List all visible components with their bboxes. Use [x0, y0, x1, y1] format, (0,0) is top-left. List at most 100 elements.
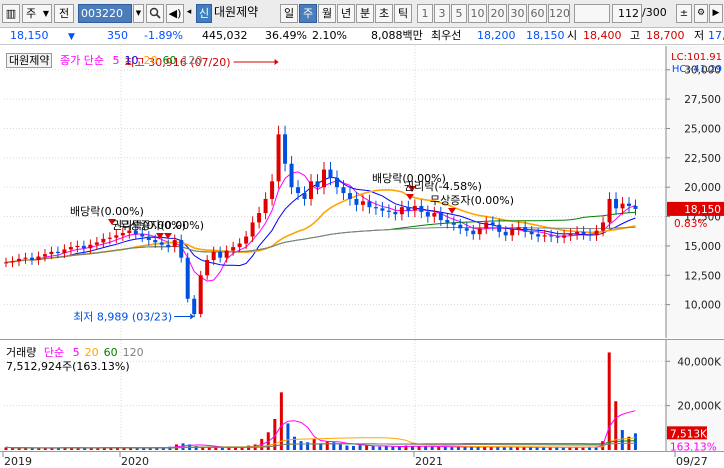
- y-tick-label: 22,500: [684, 153, 721, 165]
- period-tab[interactable]: 일: [280, 4, 298, 23]
- candle-body: [425, 211, 430, 217]
- candle-body: [101, 238, 106, 243]
- candle-body: [289, 163, 294, 188]
- candle-body: [334, 177, 339, 188]
- dropdown-spacer[interactable]: [574, 4, 610, 23]
- settings-icon[interactable]: ⚙: [694, 4, 708, 23]
- period-tab[interactable]: 년: [337, 4, 355, 23]
- candle-body: [270, 181, 275, 199]
- candle-body: [237, 243, 242, 248]
- low-price: 17,...: [708, 29, 724, 42]
- price-change: 350: [107, 29, 128, 42]
- volume-ma-line-5: [5, 410, 636, 449]
- volume-bar: [397, 446, 401, 450]
- interval-button[interactable]: 1: [417, 4, 433, 23]
- price-chart-pane[interactable]: 30,000 27,500 25,000 22,500 20,000 17,500 15,0…: [0, 46, 724, 338]
- candle-body: [172, 240, 177, 248]
- candle-body: [497, 224, 502, 232]
- open-label: 시: [567, 29, 578, 42]
- candle-body: [42, 254, 47, 257]
- candle-body: [328, 169, 333, 178]
- volume-value: 445,032: [202, 29, 248, 42]
- volume-bar: [542, 447, 546, 450]
- candle-body: [620, 203, 625, 209]
- candle-body: [211, 251, 216, 261]
- candle-body: [218, 251, 223, 258]
- candle-body: [562, 235, 567, 238]
- candle-body: [406, 207, 411, 211]
- market2-button[interactable]: 전: [54, 4, 74, 23]
- volume-bar: [299, 441, 303, 450]
- ma-period-label: 10: [124, 54, 139, 67]
- candle-body: [10, 261, 15, 263]
- interval-button[interactable]: 30: [508, 4, 527, 23]
- period-tab[interactable]: 분: [356, 4, 374, 23]
- candle-body: [49, 251, 54, 255]
- candle-body: [55, 251, 60, 253]
- candle-body: [549, 235, 554, 237]
- volume-bar: [555, 447, 559, 450]
- period-tab[interactable]: 틱: [394, 4, 412, 23]
- y-tick-label: 15,000: [684, 241, 721, 253]
- volume-bar: [502, 447, 506, 450]
- price-chart[interactable]: 30,00027,50025,00022,50020,00017,50015,0…: [0, 46, 724, 338]
- compare-icon[interactable]: ±: [676, 4, 692, 23]
- turnover-rate: 2.10%: [312, 29, 347, 42]
- period-tab[interactable]: 월: [318, 4, 336, 23]
- candle-body: [477, 228, 482, 235]
- period-tab[interactable]: 주: [299, 4, 317, 23]
- candle-body: [510, 229, 515, 236]
- price-ma-periods: 5 10 20 60 120: [107, 54, 202, 67]
- candle-body: [341, 187, 346, 194]
- candle-body: [581, 231, 586, 235]
- interval-button[interactable]: 60: [528, 4, 547, 23]
- candle-body: [503, 231, 508, 236]
- stock-code-input[interactable]: 003220: [78, 4, 132, 23]
- interval-button[interactable]: 5: [451, 4, 467, 23]
- candle-body: [159, 242, 164, 245]
- interval-button[interactable]: 10: [468, 4, 487, 23]
- volume-bar: [292, 436, 296, 450]
- chevron-left-icon[interactable]: ◂: [184, 4, 194, 23]
- candle-body: [231, 247, 236, 251]
- speaker-icon[interactable]: ◀): [166, 4, 184, 23]
- chart-icon[interactable]: ▥: [2, 4, 20, 23]
- candle-body: [373, 207, 378, 209]
- interval-button[interactable]: 3: [434, 4, 450, 23]
- candle-body: [107, 237, 112, 239]
- volume-bar: [220, 447, 224, 450]
- candle-body: [88, 244, 93, 249]
- volume-bar: [437, 446, 441, 450]
- volume-chart-pane[interactable]: 40,000K 20,000K 7,513K 163.13% 거래량 단순 5 20 60…: [0, 339, 724, 453]
- candle-body: [309, 181, 314, 199]
- open-price: 18,400: [583, 29, 622, 42]
- candle-body: [516, 227, 521, 230]
- candle-body: [347, 193, 352, 199]
- candle-count-input[interactable]: 112: [612, 4, 642, 23]
- price-ma-label: 종가 단순: [59, 54, 104, 67]
- date-label: 2019: [4, 455, 32, 468]
- lc-label: LC:101.91: [671, 52, 722, 63]
- volume-bar: [371, 446, 375, 450]
- candle-body: [302, 193, 307, 199]
- volume-bar: [535, 447, 539, 450]
- period-tab[interactable]: 초: [375, 4, 393, 23]
- code-dropdown-icon[interactable]: ▼: [133, 4, 144, 23]
- volume-bar: [312, 438, 316, 450]
- candle-body: [412, 205, 417, 211]
- volume-bar: [443, 446, 447, 450]
- current-price: 18,150: [10, 29, 49, 42]
- market-select[interactable]: 주 ▼: [22, 4, 52, 23]
- interval-button[interactable]: 120: [548, 4, 570, 23]
- candle-body: [354, 198, 359, 205]
- search-icon[interactable]: [146, 4, 164, 23]
- chart-title: 대원제약: [6, 53, 53, 68]
- candle-body: [490, 222, 495, 225]
- candle-body: [529, 231, 534, 235]
- scroll-right-icon[interactable]: ▶: [709, 4, 723, 23]
- candle-body: [380, 208, 385, 211]
- candle-body: [627, 203, 632, 206]
- volume-bar: [470, 447, 474, 450]
- volume-bar: [325, 441, 329, 450]
- interval-button[interactable]: 20: [488, 4, 507, 23]
